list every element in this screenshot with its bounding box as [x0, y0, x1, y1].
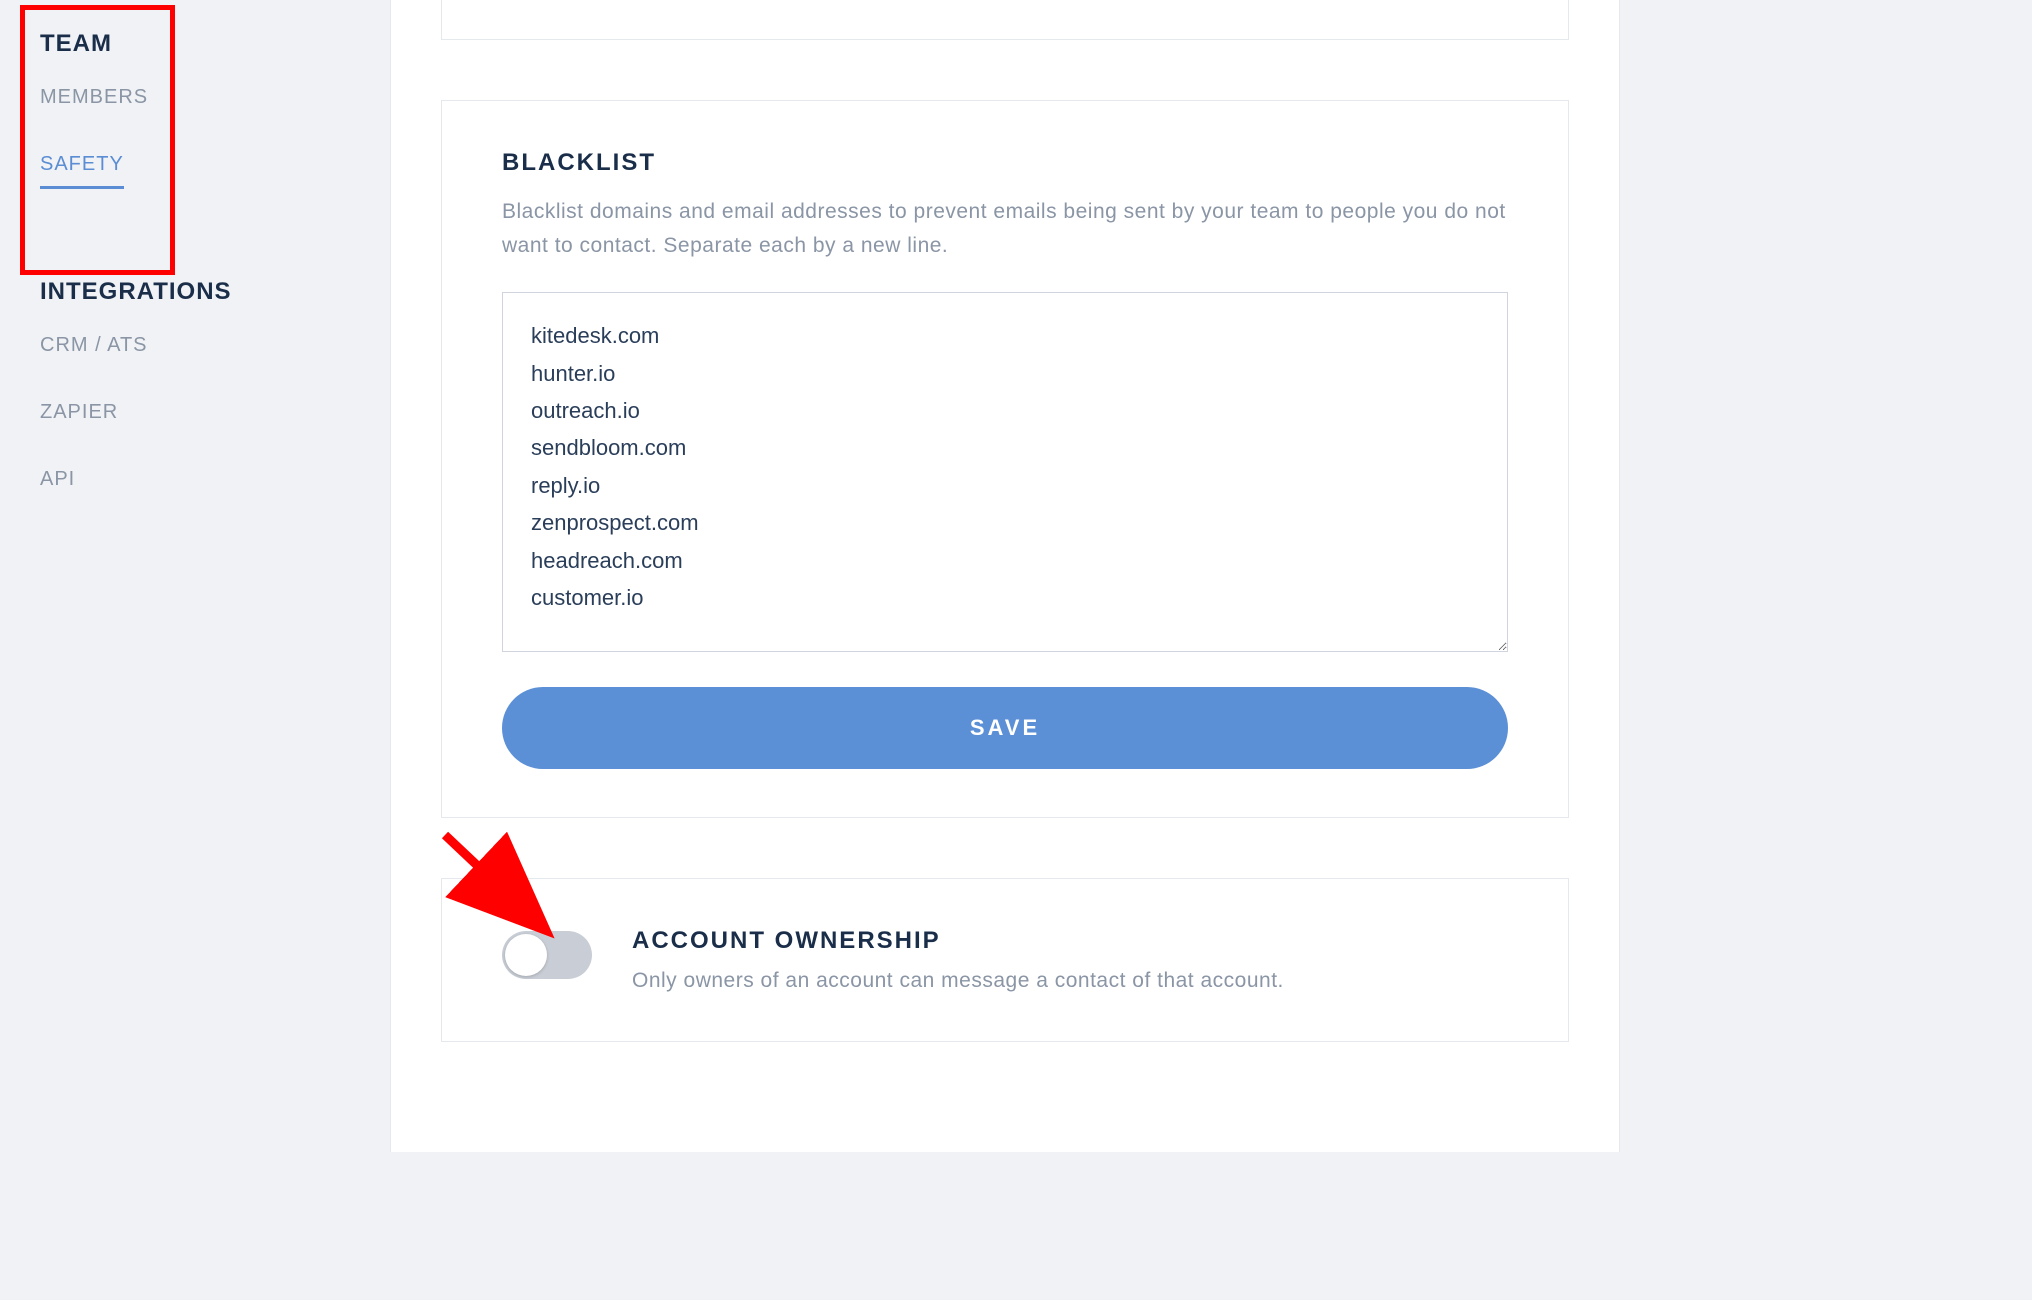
sidebar-heading-integrations: INTEGRATIONS: [40, 278, 350, 306]
app-layout: TEAM MEMBERS SAFETY INTEGRATIONS CRM / A…: [0, 0, 2032, 1300]
sidebar-item-crm-ats[interactable]: CRM / ATS: [40, 334, 148, 357]
sidebar-item-members[interactable]: MEMBERS: [40, 86, 148, 109]
main-content: BLACKLIST Blacklist domains and email ad…: [390, 0, 2032, 1300]
ownership-description: Only owners of an account can message a …: [632, 969, 1508, 993]
blacklist-title: BLACKLIST: [502, 149, 1508, 177]
ownership-text: ACCOUNT OWNERSHIP Only owners of an acco…: [632, 927, 1508, 993]
blacklist-textarea[interactable]: [502, 292, 1508, 652]
sidebar-heading-team: TEAM: [40, 30, 350, 58]
ownership-card: ACCOUNT OWNERSHIP Only owners of an acco…: [441, 878, 1569, 1042]
ownership-toggle[interactable]: [502, 931, 592, 979]
save-button[interactable]: SAVE: [502, 687, 1508, 769]
sidebar-item-api[interactable]: API: [40, 468, 75, 491]
toggle-knob: [505, 934, 547, 976]
sidebar-item-zapier[interactable]: ZAPIER: [40, 401, 118, 424]
blacklist-description: Blacklist domains and email addresses to…: [502, 195, 1508, 262]
sidebar: TEAM MEMBERS SAFETY INTEGRATIONS CRM / A…: [0, 0, 390, 1300]
blacklist-card: BLACKLIST Blacklist domains and email ad…: [441, 100, 1569, 818]
sidebar-item-safety[interactable]: SAFETY: [40, 153, 124, 189]
ownership-title: ACCOUNT OWNERSHIP: [632, 927, 1508, 955]
previous-card-bottom: [441, 0, 1569, 40]
content-container: BLACKLIST Blacklist domains and email ad…: [390, 0, 1620, 1152]
